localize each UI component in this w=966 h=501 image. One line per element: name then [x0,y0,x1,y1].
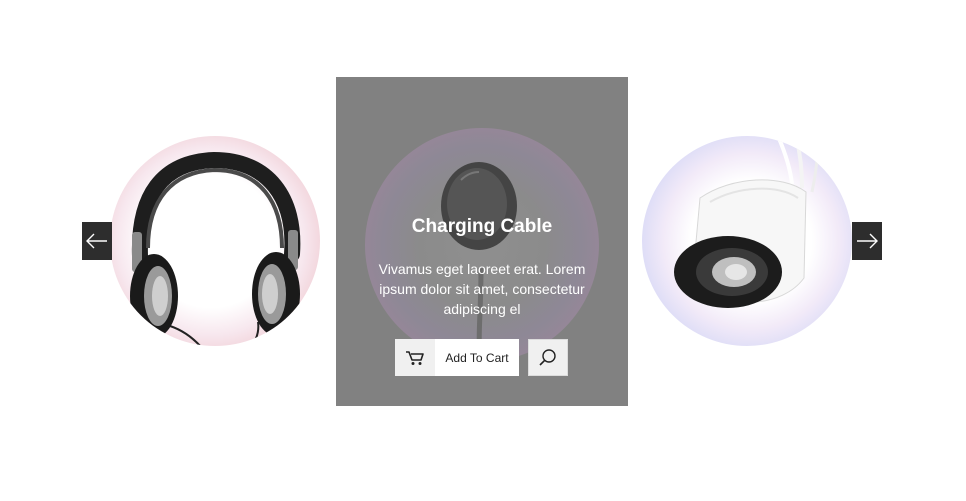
quick-view-button[interactable] [528,339,568,376]
arrow-left-icon [86,233,107,249]
product-carousel: : : . [0,0,966,501]
add-to-cart-button[interactable]: Add To Cart [395,339,519,376]
speaker-image [674,136,820,308]
add-to-cart-label: Add To Cart [445,350,509,365]
carousel-prev-button[interactable] [82,222,112,260]
carousel-next-button[interactable] [852,222,882,260]
search-icon [539,348,556,366]
featured-product-card[interactable]: Charging Cable Vivamus eget laoreet erat… [336,77,628,406]
headphones-product[interactable] [110,136,320,346]
charging-cable-image [441,162,517,362]
cart-icon [395,339,435,376]
speaker-product[interactable] [642,136,852,346]
headphones-image [130,151,301,346]
arrow-right-icon [857,233,878,249]
product-title: Charging Cable [411,216,553,237]
product-description: Vivamus eget laoreet erat. Lorem ipsum d… [378,261,586,317]
